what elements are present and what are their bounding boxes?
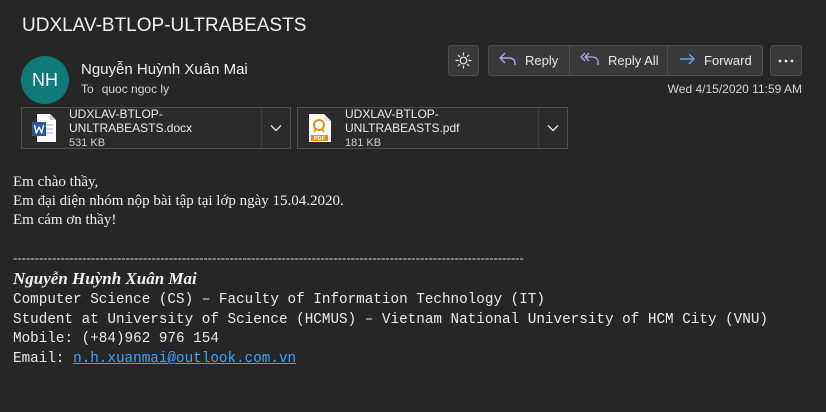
svg-text:PDF: PDF (314, 136, 326, 142)
forward-label: Forward (704, 53, 752, 68)
body-line: Em đại diện nhóm nộp bài tập tại lớp ngà… (13, 193, 344, 209)
more-actions-button[interactable] (770, 45, 802, 76)
attachment-size: 181 KB (345, 137, 382, 149)
sender-name[interactable]: Nguyễn Huỳnh Xuân Mai (81, 61, 248, 78)
pdf-icon: PDF (307, 113, 333, 143)
attachment-name: UDXLAV-BTLOP-UNLTRABEASTS.pdf (345, 107, 460, 135)
attachment-pdf[interactable]: PDF UDXLAV-BTLOP-UNLTRABEASTS.pdf 181 KB (297, 107, 568, 149)
forward-button[interactable]: Forward (668, 45, 763, 76)
to-label: To (81, 82, 94, 96)
more-icon (778, 59, 794, 63)
body-line: Em chào thầy, (13, 174, 99, 190)
email-body: Em chào thầy, Em đại diện nhóm nộp bài t… (13, 173, 344, 230)
email-label: Email: (13, 351, 74, 368)
forward-icon (678, 52, 696, 69)
signature-line: Student at University of Science (HCMUS)… (13, 311, 768, 328)
reply-all-button[interactable]: Reply All (570, 45, 668, 76)
reply-button[interactable]: Reply (488, 45, 570, 76)
attachment-name: UDXLAV-BTLOP-UNLTRABEASTS.docx (69, 107, 193, 135)
sent-date: Wed 4/15/2020 11:59 AM (667, 82, 802, 96)
reply-label: Reply (525, 53, 559, 68)
email-subject: UDXLAV-BTLOP-ULTRABEASTS (22, 15, 307, 36)
attachment-menu-button[interactable] (538, 108, 567, 148)
attachment-size: 531 KB (69, 137, 106, 149)
attachment-menu-button[interactable] (261, 108, 290, 148)
signature-name: Nguyễn Huỳnh Xuân Mai (13, 269, 197, 288)
avatar-initials: NH (32, 69, 58, 90)
recipient-name[interactable]: quoc ngoc ly (102, 82, 169, 96)
chevron-down-icon (547, 119, 559, 137)
signature-divider: ----------------------------------------… (13, 250, 524, 265)
signature-email-line: Email: n.h.xuanmai@outlook.com.vn (13, 350, 768, 370)
reply-icon (499, 52, 517, 69)
reply-button-group: Reply Reply All Forward (488, 45, 763, 76)
body-line: Em cám ơn thầy! (13, 212, 117, 228)
reply-all-icon (580, 52, 600, 69)
word-doc-icon (31, 113, 57, 143)
signature-line: Mobile: (+84)962 976 154 (13, 331, 219, 348)
sender-avatar: NH (21, 56, 69, 104)
attachment-docx[interactable]: UDXLAV-BTLOP-UNLTRABEASTS.docx 531 KB (21, 107, 291, 149)
email-link[interactable]: n.h.xuanmai@outlook.com.vn (73, 351, 296, 367)
reply-all-label: Reply All (608, 53, 659, 68)
signature-details: Computer Science (CS) – Faculty of Infor… (13, 291, 768, 370)
chevron-down-icon (270, 119, 282, 137)
theme-toggle-button[interactable] (448, 45, 479, 76)
recipient-line: To quoc ngoc ly (81, 82, 169, 96)
sun-icon (455, 52, 472, 69)
signature-line: Computer Science (CS) – Faculty of Infor… (13, 292, 545, 308)
